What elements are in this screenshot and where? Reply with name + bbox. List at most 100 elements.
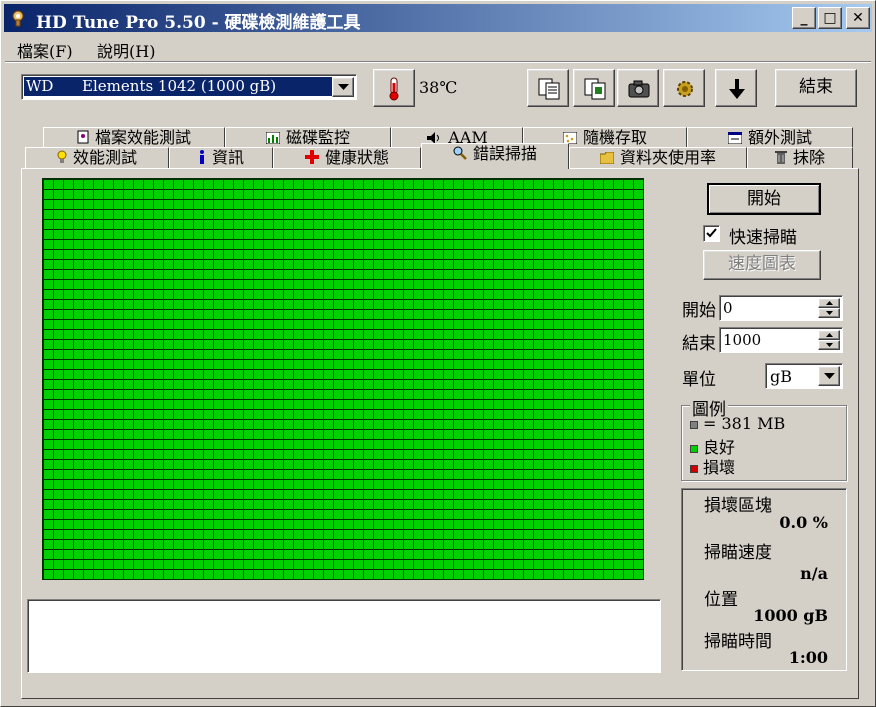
close-button[interactable]: ✕ bbox=[846, 7, 870, 29]
thermometer-icon bbox=[389, 77, 399, 101]
arrow-down-icon bbox=[729, 79, 745, 99]
position-value: 1000 gB bbox=[753, 606, 828, 625]
speed-map-button[interactable]: 速度圖表 bbox=[703, 250, 821, 280]
camera-icon bbox=[628, 80, 650, 98]
speed-map-label: 速度圖表 bbox=[728, 254, 796, 274]
tab-label: 效能測試 bbox=[72, 148, 137, 167]
tab-label: 額外測試 bbox=[747, 128, 812, 147]
settings-button[interactable] bbox=[663, 69, 705, 107]
log-output[interactable] bbox=[27, 599, 661, 673]
drive-select-value: WD Elements 1042 (1000 gB) bbox=[24, 77, 332, 96]
tab-label: 資訊 bbox=[211, 148, 244, 167]
damaged-swatch bbox=[690, 464, 698, 473]
title-bar[interactable]: HD Tune Pro 5.50 - 硬碟檢測維護工具 _ □ ✕ bbox=[4, 4, 872, 33]
folder-icon bbox=[599, 149, 615, 169]
chevron-down-icon bbox=[338, 84, 349, 90]
health-cross-icon bbox=[304, 149, 319, 169]
temperature-value: 38℃ bbox=[419, 78, 458, 97]
tab-disk-monitor[interactable]: 磁碟監控 bbox=[225, 127, 391, 149]
start-field[interactable] bbox=[719, 295, 843, 321]
damaged-blocks-label: 損壞區塊 bbox=[704, 496, 772, 516]
start-spin-down[interactable] bbox=[818, 308, 840, 318]
temperature-button[interactable] bbox=[373, 69, 415, 107]
menu-help[interactable]: 說明(H) bbox=[97, 38, 155, 62]
drive-select[interactable]: WD Elements 1042 (1000 gB) bbox=[21, 74, 357, 100]
tab-benchmark[interactable]: 效能測試 bbox=[25, 147, 169, 169]
screenshot-button[interactable] bbox=[617, 69, 659, 107]
tab-label: 磁碟監控 bbox=[285, 128, 350, 147]
tab-label: 錯誤掃描 bbox=[472, 144, 537, 163]
save-button[interactable] bbox=[715, 69, 757, 107]
bar-chart-icon bbox=[265, 129, 281, 149]
end-input[interactable] bbox=[722, 330, 818, 350]
legend-damaged: 損壞 bbox=[690, 454, 735, 478]
scan-speed-label: 掃瞄速度 bbox=[704, 543, 772, 563]
app-window: HD Tune Pro 5.50 - 硬碟檢測維護工具 _ □ ✕ 檔案(F) … bbox=[0, 0, 876, 707]
legend-damaged-text: 損壞 bbox=[703, 458, 736, 477]
maximize-button[interactable]: □ bbox=[818, 7, 842, 29]
copy-info-button[interactable] bbox=[527, 69, 569, 107]
menu-file[interactable]: 檔案(F) bbox=[17, 38, 73, 62]
start-input[interactable] bbox=[722, 298, 818, 318]
tab-info[interactable]: 資訊 bbox=[169, 147, 273, 169]
block-swatch bbox=[690, 420, 698, 429]
chevron-down-icon bbox=[824, 373, 835, 379]
checkmark-icon bbox=[706, 228, 717, 238]
stats-panel: 損壞區塊 0.0 % 掃瞄速度 n/a 位置 1000 gB 掃瞄時間 1:00 bbox=[681, 488, 847, 671]
file-icon bbox=[77, 129, 89, 149]
damaged-blocks-value: 0.0 % bbox=[779, 513, 828, 532]
start-scan-button[interactable]: 開始 bbox=[707, 183, 821, 215]
unit-label: 單位 bbox=[682, 370, 716, 390]
scan-speed-value: n/a bbox=[800, 564, 828, 583]
end-field[interactable] bbox=[719, 327, 843, 353]
tab-erase[interactable]: 抹除 bbox=[747, 147, 853, 169]
menu-separator bbox=[5, 61, 871, 63]
drive-select-arrow[interactable] bbox=[332, 77, 354, 97]
tab-label: 健康狀態 bbox=[324, 148, 389, 167]
quick-scan-label: 快速掃瞄 bbox=[729, 228, 797, 248]
copy-all-icon bbox=[584, 78, 606, 100]
bulb-icon bbox=[57, 149, 67, 169]
legend-group: 圖例 = 381 MB 良好 損壞 bbox=[681, 395, 847, 481]
start-label: 開始 bbox=[682, 301, 716, 321]
tab-error-scan[interactable]: 錯誤掃描 bbox=[421, 143, 569, 169]
trash-icon bbox=[774, 149, 787, 169]
legend-block-size-text: = 381 MB bbox=[703, 414, 786, 433]
unit-select-arrow[interactable] bbox=[818, 366, 840, 386]
unit-select[interactable]: gB bbox=[765, 363, 843, 389]
tab-extra-tests[interactable]: 額外測試 bbox=[687, 127, 853, 149]
window-title: HD Tune Pro 5.50 - 硬碟檢測維護工具 bbox=[36, 13, 361, 33]
copy-all-button[interactable] bbox=[573, 69, 615, 107]
unit-select-value: gB bbox=[770, 367, 792, 386]
tab-file-benchmark[interactable]: 檔案效能測試 bbox=[43, 127, 225, 149]
scan-block-map bbox=[42, 178, 644, 580]
menu-bar: 檔案(F) 說明(H) bbox=[5, 35, 871, 62]
info-icon bbox=[198, 149, 206, 169]
exit-button[interactable]: 結束 bbox=[775, 69, 857, 107]
window-icon bbox=[727, 129, 743, 149]
spin-up-icon bbox=[826, 333, 833, 337]
tab-folder-usage[interactable]: 資料夾使用率 bbox=[569, 147, 747, 169]
scan-time-label: 掃瞄時間 bbox=[704, 632, 772, 652]
good-swatch bbox=[690, 444, 698, 453]
end-label: 結束 bbox=[682, 334, 716, 354]
end-spin-down[interactable] bbox=[818, 340, 840, 350]
spin-up-icon bbox=[826, 301, 833, 305]
tab-health[interactable]: 健康狀態 bbox=[273, 147, 421, 169]
legend-block-size: = 381 MB bbox=[690, 414, 785, 433]
end-spin-up[interactable] bbox=[818, 330, 840, 340]
quick-scan-checkbox[interactable] bbox=[703, 225, 720, 242]
spin-down-icon bbox=[826, 343, 833, 347]
app-icon[interactable] bbox=[10, 9, 28, 27]
scan-time-value: 1:00 bbox=[788, 648, 828, 667]
spin-down-icon bbox=[826, 311, 833, 315]
tab-label: 檔案效能測試 bbox=[94, 128, 191, 147]
start-spin-up[interactable] bbox=[818, 298, 840, 308]
position-label: 位置 bbox=[704, 590, 738, 610]
magnifier-icon bbox=[453, 145, 467, 165]
gear-icon bbox=[677, 81, 693, 97]
tab-label: 抹除 bbox=[792, 148, 825, 167]
minimize-button[interactable]: _ bbox=[792, 7, 816, 29]
tab-label: 隨機存取 bbox=[582, 128, 647, 147]
tab-label: 資料夾使用率 bbox=[619, 148, 716, 167]
